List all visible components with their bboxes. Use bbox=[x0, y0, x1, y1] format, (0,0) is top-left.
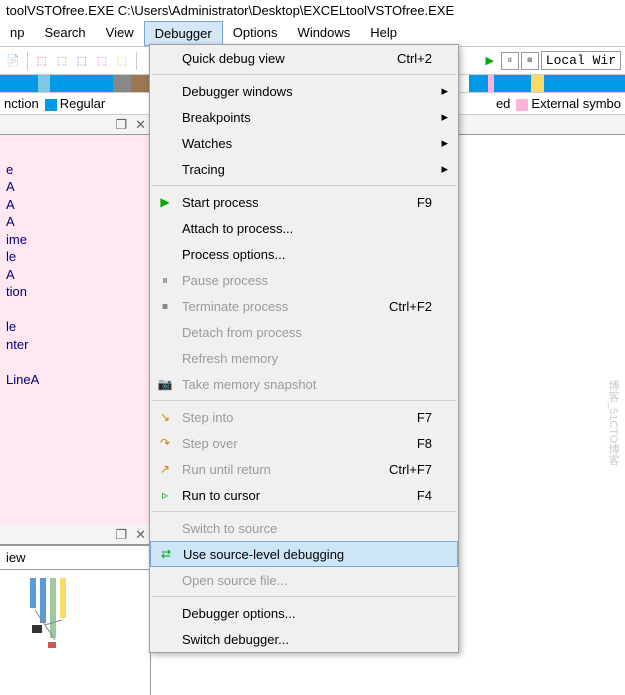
menu-item-breakpoints[interactable]: Breakpoints▸ bbox=[150, 104, 458, 130]
menu-item-watches[interactable]: Watches▸ bbox=[150, 130, 458, 156]
close-icon[interactable]: ✕ bbox=[135, 527, 146, 543]
play-icon[interactable]: ▶ bbox=[481, 52, 499, 70]
menu-item-take-memory-snapshot: 📷Take memory snapshot bbox=[150, 371, 458, 397]
menu-item-debugger-windows[interactable]: Debugger windows▸ bbox=[150, 78, 458, 104]
debugger-select[interactable]: Local Wir bbox=[541, 51, 621, 70]
restore-icon[interactable]: ❐ bbox=[115, 527, 127, 543]
functions-list[interactable]: eAAAimeleAtion lenter LineA bbox=[0, 135, 150, 525]
menu-item-step-over: ↷Step overF8 bbox=[150, 430, 458, 456]
menu-item-run-until-return: ↗Run until returnCtrl+F7 bbox=[150, 456, 458, 482]
stop-icon[interactable]: ⏹ bbox=[521, 52, 539, 70]
menu-debugger[interactable]: Debugger bbox=[144, 21, 223, 46]
toolbar-icon[interactable]: ⬚ bbox=[73, 52, 91, 70]
menu-view[interactable]: View bbox=[96, 21, 144, 46]
menu-item-run-to-cursor[interactable]: ▹Run to cursorF4 bbox=[150, 482, 458, 508]
menu-help[interactable]: Help bbox=[360, 21, 407, 46]
menu-item-step-into: ↘Step intoF7 bbox=[150, 404, 458, 430]
menu-item-refresh-memory: Refresh memory bbox=[150, 345, 458, 371]
menu-item-detach-from-process: Detach from process bbox=[150, 319, 458, 345]
window-title: toolVSTOfree.EXE C:\Users\Administrator\… bbox=[0, 0, 625, 21]
menu-item-use-source-level-debugging[interactable]: ⇄Use source-level debugging bbox=[150, 541, 458, 567]
menu-np[interactable]: np bbox=[0, 21, 34, 46]
menu-item-switch-debugger-[interactable]: Switch debugger... bbox=[150, 626, 458, 652]
restore-icon[interactable]: ❐ bbox=[115, 117, 127, 133]
toolbar-icon[interactable]: 📄 bbox=[4, 52, 22, 70]
toolbar-icon[interactable]: ⬚ bbox=[93, 52, 111, 70]
toolbar-icon[interactable]: ⬚ bbox=[53, 52, 71, 70]
menu-item-tracing[interactable]: Tracing▸ bbox=[150, 156, 458, 182]
toolbar-icon[interactable]: ⬚ bbox=[113, 52, 131, 70]
menu-item-terminate-process: ⏹Terminate processCtrl+F2 bbox=[150, 293, 458, 319]
menu-item-process-options-[interactable]: Process options... bbox=[150, 241, 458, 267]
menu-search[interactable]: Search bbox=[34, 21, 95, 46]
menu-item-debugger-options-[interactable]: Debugger options... bbox=[150, 600, 458, 626]
menu-windows[interactable]: Windows bbox=[288, 21, 361, 46]
watermark: 博客_51CTO博客 bbox=[605, 380, 621, 465]
menu-item-attach-to-process-[interactable]: Attach to process... bbox=[150, 215, 458, 241]
menu-item-start-process[interactable]: ▶Start processF9 bbox=[150, 189, 458, 215]
graph-overview[interactable] bbox=[0, 570, 150, 695]
view-label: iew bbox=[0, 545, 150, 570]
toolbar-icon[interactable]: ⬚ bbox=[33, 52, 51, 70]
menu-item-pause-process: ⏸Pause process bbox=[150, 267, 458, 293]
menu-item-switch-to-source: Switch to source bbox=[150, 515, 458, 541]
menu-options[interactable]: Options bbox=[223, 21, 288, 46]
debugger-menu: Quick debug viewCtrl+2 Debugger windows▸B… bbox=[149, 44, 459, 653]
graph-svg bbox=[0, 570, 150, 690]
menu-item-quick-debug-view[interactable]: Quick debug viewCtrl+2 bbox=[150, 45, 458, 71]
pause-icon[interactable]: ⏸ bbox=[501, 52, 519, 70]
close-icon[interactable]: ✕ bbox=[135, 117, 146, 133]
menu-item-open-source-file-: Open source file... bbox=[150, 567, 458, 593]
